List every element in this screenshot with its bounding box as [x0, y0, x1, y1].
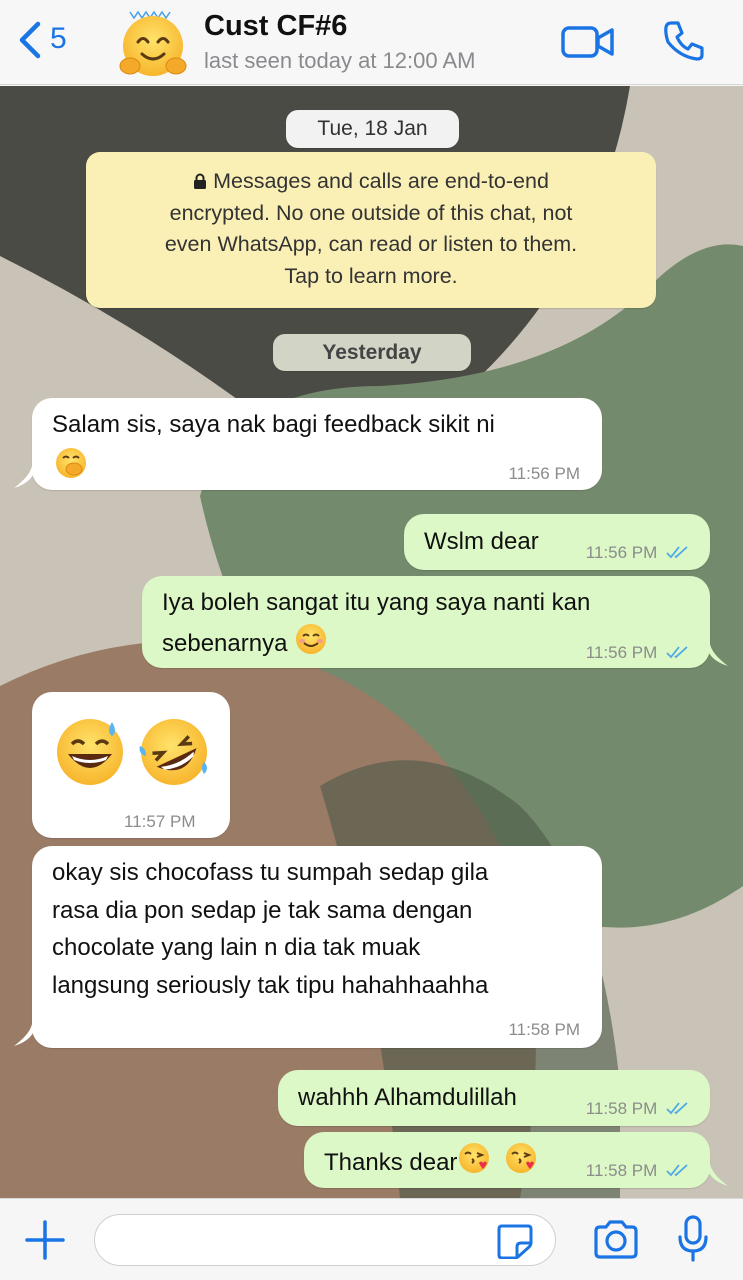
grinning-face-with-sweat-emoji [57, 719, 123, 785]
bubble-tail [706, 1164, 728, 1186]
bubble-tail [14, 466, 36, 488]
message-meta: 11:56 PM [586, 543, 690, 563]
smiling-face-emoji [296, 623, 327, 654]
bubble-tail [14, 1024, 36, 1046]
message-line: okay sis chocofass tu sumpah sedap gila [52, 859, 489, 886]
message-bubble-outgoing[interactable]: Thanks dear 11:58 PM [304, 1132, 728, 1188]
face-blowing-kiss-emoji [506, 1143, 537, 1173]
message-time: 11:56 PM [585, 543, 658, 562]
microphone-icon[interactable] [676, 1215, 710, 1263]
message-line: rasa dia pon sedap je tak sama dengan [52, 896, 473, 924]
message-meta: 11:58 PM [586, 1099, 690, 1119]
bubble-tail [706, 644, 728, 666]
message-bubble-incoming[interactable]: Salam sis, saya nak bagi feedback sikit … [14, 398, 602, 490]
message-meta: 11:56 PM [586, 643, 690, 663]
face-with-hand-over-mouth-emoji [56, 448, 86, 478]
contact-name[interactable]: Cust CF#6 [204, 10, 347, 43]
camera-icon[interactable] [592, 1219, 640, 1261]
message-time: 11:58 PM [508, 1020, 580, 1039]
last-seen-status: last seen today at 12:00 AM [204, 48, 476, 73]
message-bubble-incoming[interactable]: 11:57 PM [32, 692, 230, 838]
notice-line-3: even WhatsApp, can read or listen to the… [164, 232, 578, 256]
message-line: langsung seriously tak tipu hahahhaahha [52, 971, 489, 999]
read-receipt-icon [666, 546, 688, 559]
phone-icon[interactable] [662, 18, 706, 62]
message-bubble-outgoing[interactable]: Iya boleh sangat itu yang saya nanti kan… [142, 576, 728, 668]
message-text: okay sis chocofass tu sumpah sedap gila … [52, 854, 488, 1004]
message-text: Wslm dear [424, 528, 539, 555]
message-line-text: Thanks dear [324, 1149, 458, 1176]
chevron-left-icon [19, 21, 41, 59]
message-line: Iya boleh sangat itu yang saya nanti kan [162, 589, 591, 616]
notice-line-2: encrypted. No one outside of this chat, … [169, 200, 573, 225]
lock-icon [194, 173, 207, 189]
unread-count: 5 [50, 22, 67, 55]
date-separator-yesterday: Yesterday [273, 334, 471, 371]
plus-icon[interactable] [24, 1219, 66, 1261]
notice-line-1: Messages and calls are end-to-end [213, 169, 549, 193]
rolling-on-floor-laughing-emoji [139, 719, 207, 785]
video-call-icon[interactable] [560, 22, 616, 62]
read-receipt-icon [666, 1164, 688, 1177]
message-time: 11:56 PM [508, 464, 580, 483]
message-bubble-incoming[interactable]: okay sis chocofass tu sumpah sedap gila … [14, 846, 602, 1048]
message-line-text: sebenarnya [162, 629, 288, 657]
message-time: 11:57 PM [124, 812, 196, 831]
chat-area[interactable]: Tue, 18 Jan Messages and calls are end-t… [0, 86, 743, 1198]
chat-header: 5 Cust CF#6 last seen today at 12:00 AM [0, 0, 743, 85]
message-bubble-outgoing[interactable]: wahhh Alhamdulillah 11:58 PM [278, 1070, 710, 1126]
message-text: Salam sis, saya nak bagi feedback sikit … [52, 411, 495, 438]
avatar[interactable] [116, 6, 190, 80]
read-receipt-icon [666, 1102, 688, 1115]
message-input[interactable] [94, 1214, 556, 1266]
face-blowing-kiss-emoji [459, 1143, 490, 1173]
notice-line-4: Tap to learn more. [284, 263, 458, 288]
message-line: sebenarnya [162, 622, 590, 663]
composer-bar [0, 1198, 743, 1280]
encryption-notice[interactable]: Messages and calls are end-to-end encryp… [86, 152, 656, 308]
message-time: 11:58 PM [585, 1099, 658, 1118]
message-line: chocolate yang lain n dia tak muak [52, 934, 421, 961]
date-separator: Tue, 18 Jan [286, 110, 459, 148]
message-time: 11:58 PM [585, 1161, 658, 1180]
message-text: Thanks dear [324, 1141, 538, 1182]
message-time: 11:56 PM [585, 643, 658, 662]
back-button[interactable]: 5 [14, 18, 67, 62]
read-receipt-icon [666, 646, 688, 659]
sticker-icon[interactable] [496, 1223, 534, 1259]
message-text: wahhh Alhamdulillah [298, 1084, 517, 1111]
message-meta: 11:58 PM [586, 1161, 690, 1181]
message-text: Iya boleh sangat itu yang saya nanti kan… [162, 584, 590, 662]
message-bubble-outgoing[interactable]: Wslm dear 11:56 PM [404, 514, 710, 570]
